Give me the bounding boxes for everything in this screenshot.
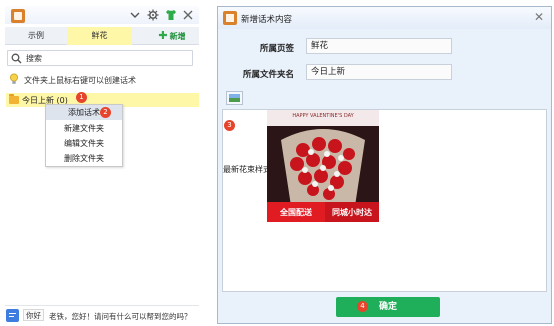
bouquet-image: HAPPY VALENTINE'S DAY 全国配送 同城小时达: [267, 110, 379, 222]
menu-item-new-folder[interactable]: 新建文件夹: [46, 121, 122, 136]
image-banner-right: 同城小时达: [332, 208, 372, 217]
insert-image-icon[interactable]: [226, 91, 243, 105]
gear-icon[interactable]: [147, 9, 159, 21]
app-logo: [223, 11, 237, 25]
left-titlebar: [5, 6, 199, 24]
lightbulb-icon: [9, 73, 19, 85]
chat-bar: 你好 老铁，您好！请问有什么可以帮到您的吗？: [5, 305, 199, 324]
shirt-icon[interactable]: [165, 9, 177, 21]
chevron-down-icon[interactable]: [129, 9, 141, 21]
image-banner-left: 全国配送: [280, 208, 312, 217]
tab-flowers[interactable]: 鲜花: [67, 27, 132, 45]
dialog-title: 新增话术内容: [241, 15, 293, 25]
dialog-titlebar: 新增话术内容 ✕: [218, 7, 551, 29]
close-icon[interactable]: [182, 9, 194, 21]
chat-message: 老铁，您好！请问有什么可以帮到您的吗？: [49, 312, 192, 321]
tab-example[interactable]: 示例: [5, 27, 67, 45]
step-badge-1: 1: [76, 92, 87, 103]
page-label: 所属页签: [259, 44, 294, 54]
add-tab-button[interactable]: ✚ 新增: [145, 27, 199, 45]
hint-text: 文件夹上鼠标右键可以创建话术: [24, 76, 136, 85]
hint-row: 文件夹上鼠标右键可以创建话术: [9, 73, 199, 87]
folder-field[interactable]: 今日上新: [306, 64, 452, 80]
confirm-label: 确定: [378, 302, 397, 312]
menu-item-edit-folder[interactable]: 编辑文件夹: [46, 136, 122, 151]
left-panel: 示例 鲜花 ✚ 新增 搜索 文件夹上鼠标右键可以创建话术 今日上新 (0) 1 添…: [0, 0, 203, 326]
editor-text: 最新花束样式: [223, 165, 271, 174]
folder-icon: [9, 94, 19, 104]
app-logo: [11, 9, 25, 23]
content-editor[interactable]: 最新花束样式 HAPPY VALENTINE'S DAY 全国配送 同城小时达: [222, 109, 547, 292]
step-badge-3: 3: [224, 120, 235, 131]
search-icon: [11, 53, 22, 64]
plus-icon: ✚: [158, 29, 168, 42]
context-menu: 添加话术 新建文件夹 编辑文件夹 删除文件夹: [45, 104, 123, 167]
bouquet-illustration: [267, 110, 379, 222]
search-input[interactable]: 搜索: [7, 50, 193, 66]
page-field[interactable]: 鲜花: [306, 38, 452, 54]
tab-bar: 示例 鲜花 ✚ 新增: [5, 27, 199, 45]
confirm-button[interactable]: 确定: [336, 297, 440, 317]
chat-greeting[interactable]: 你好: [23, 309, 44, 321]
close-icon[interactable]: ✕: [532, 10, 546, 24]
image-headline: HAPPY VALENTINE'S DAY: [292, 113, 354, 119]
chat-icon[interactable]: [6, 309, 19, 322]
step-badge-2: 2: [100, 107, 111, 118]
menu-item-delete-folder[interactable]: 删除文件夹: [46, 151, 122, 166]
search-placeholder: 搜索: [26, 54, 42, 63]
add-script-dialog: 新增话术内容 ✕ 所属页签 鲜花 所属文件夹名 今日上新 最新花束样式 HAPP…: [217, 6, 552, 324]
step-badge-4: 4: [357, 301, 368, 312]
folder-label: 所属文件夹名: [242, 70, 294, 80]
add-tab-label: 新增: [169, 32, 186, 41]
